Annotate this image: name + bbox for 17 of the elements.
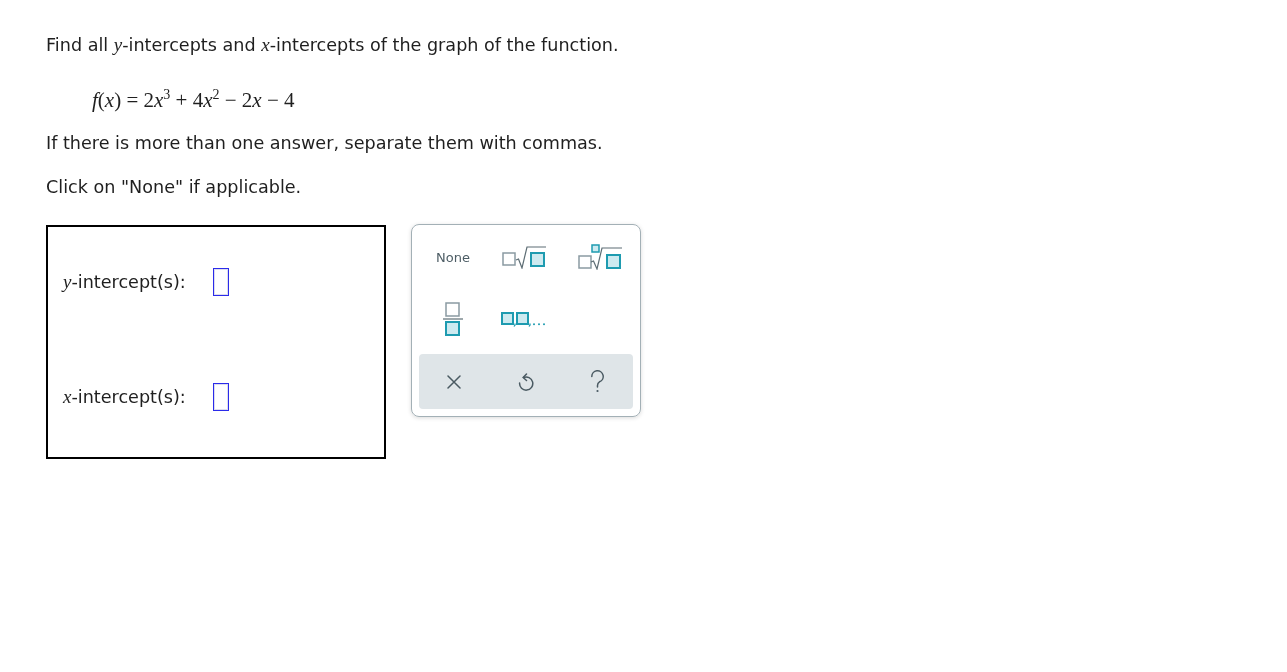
square-root-icon: [501, 245, 547, 269]
undo-icon: [517, 372, 534, 391]
question-prompt: Find all y-intercepts and x-intercepts of the graph of the function.: [46, 33, 620, 57]
instruction-text: Click on "None" if applicable.: [46, 176, 303, 199]
function-equation: f(x) = 2x$^{3}$ + 4x$^{2}$ − 2x − 4: [92, 85, 295, 114]
fraction-icon: [442, 302, 464, 336]
answer-field[interactable]: [212, 268, 229, 296]
list-icon: [501, 311, 547, 327]
nth-root-icon: [578, 244, 622, 270]
help-icon: [590, 370, 605, 393]
field-label: y-intercept(s):: [63, 269, 186, 294]
nth-root-button[interactable]: [575, 241, 625, 273]
cross-icon: [447, 374, 461, 389]
field-label: x-intercept(s):: [63, 384, 186, 409]
instruction-text: If there is more than one answer, separate them with commas.: [46, 132, 604, 155]
none-button[interactable]: None: [433, 246, 473, 268]
answer-field[interactable]: [212, 383, 229, 411]
